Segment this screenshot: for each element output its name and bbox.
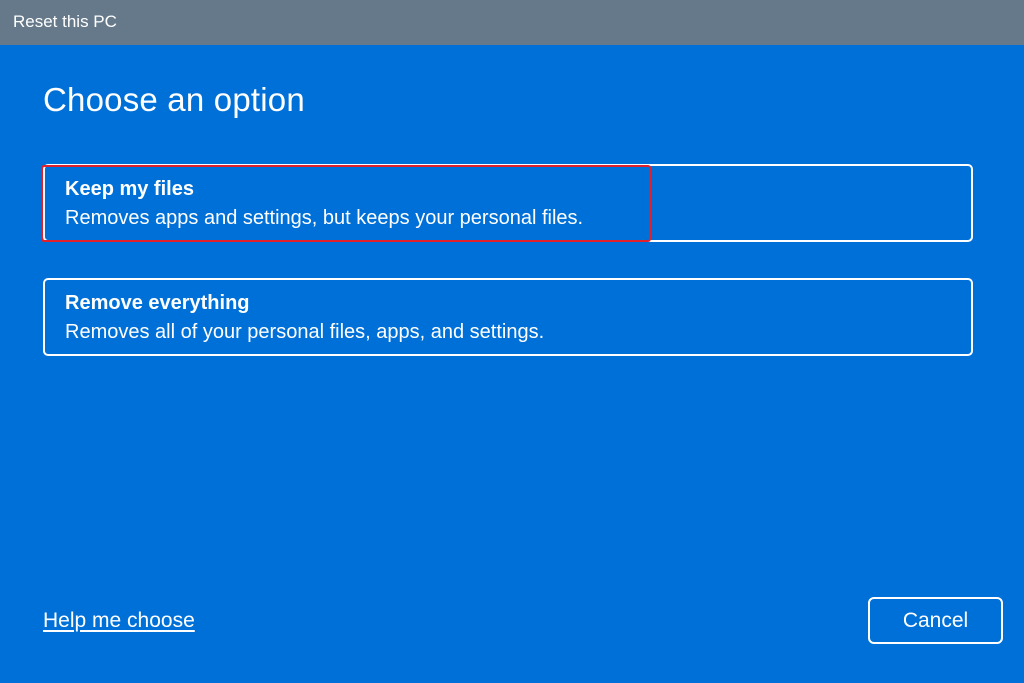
option-title: Remove everything: [65, 292, 250, 314]
remove-everything-option[interactable]: Remove everything Removes all of your pe…: [43, 278, 973, 356]
option-description: Removes apps and settings, but keeps you…: [65, 207, 584, 229]
cancel-button[interactable]: Cancel: [868, 597, 1003, 644]
page-title: Choose an option: [43, 81, 305, 118]
option-title: Keep my files: [65, 178, 194, 200]
option-description: Removes all of your personal files, apps…: [65, 321, 545, 343]
window-title: Reset this PC: [13, 12, 117, 31]
title-bar[interactable]: Reset this PC: [0, 0, 1024, 45]
keep-my-files-option[interactable]: Keep my files Removes apps and settings,…: [43, 164, 973, 242]
help-me-choose-link[interactable]: Help me choose: [43, 609, 195, 633]
dialog-content: Choose an option Keep my files Removes a…: [0, 45, 1024, 683]
reset-pc-window: Reset this PC Choose an option Keep my f…: [0, 0, 1024, 683]
